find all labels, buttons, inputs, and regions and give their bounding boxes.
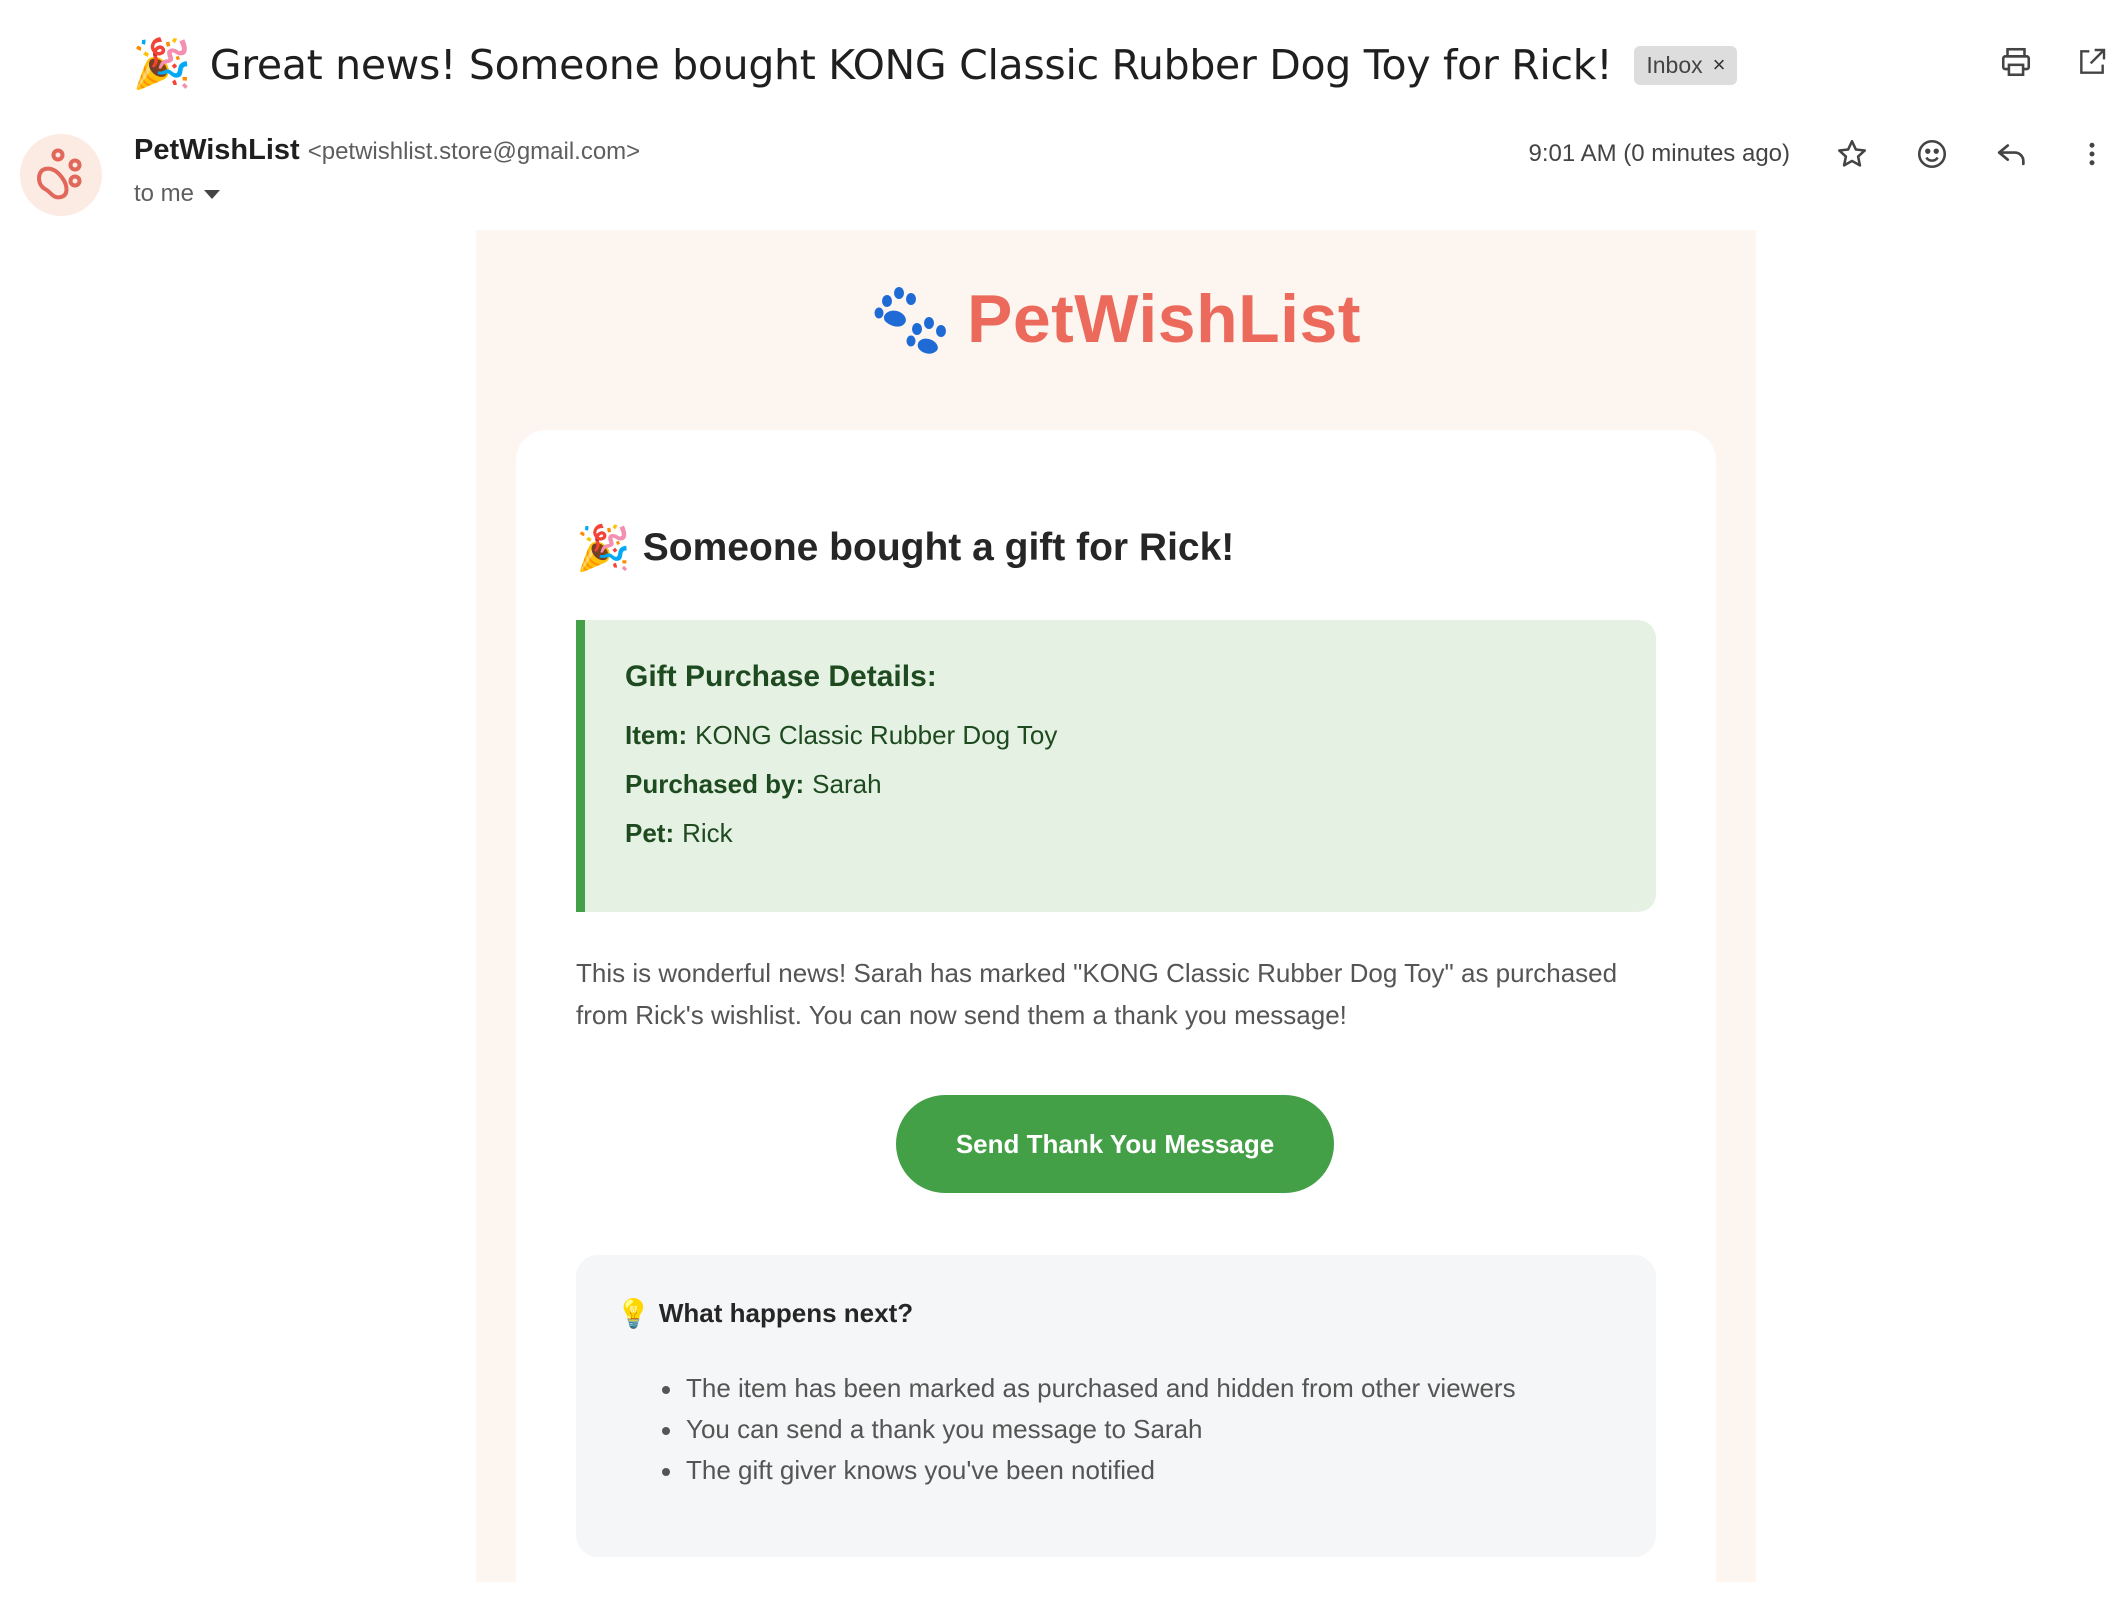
- detail-purchaser-value: Sarah: [812, 769, 882, 799]
- recipient-details-toggle[interactable]: to me: [134, 180, 221, 208]
- sender-name[interactable]: PetWishList: [134, 134, 300, 167]
- more-options-icon[interactable]: [2072, 134, 2112, 174]
- message-paragraph: This is wonderful news! Sarah has marked…: [576, 958, 1618, 1030]
- email-subject: 🎉 Great news! Someone bought KONG Classi…: [132, 30, 1738, 100]
- sender-avatar[interactable]: [20, 134, 102, 216]
- party-popper-emoji: 🎉: [576, 524, 631, 573]
- detail-purchaser-row: Purchased by: Sarah: [625, 769, 1656, 799]
- detail-item-label: Item:: [625, 720, 688, 750]
- recipient-text: to me: [134, 180, 195, 207]
- reply-icon[interactable]: [1992, 134, 2032, 174]
- sender-line: PetWishList <petwishlist.store@gmail.com…: [134, 134, 640, 167]
- detail-item-value: KONG Classic Rubber Dog Toy: [695, 720, 1058, 750]
- inbox-label-chip[interactable]: Inbox ×: [1634, 45, 1738, 85]
- brand-name: PetWishList: [966, 281, 1362, 357]
- send-thank-you-button[interactable]: Send Thank You Message: [896, 1095, 1334, 1193]
- remove-label-icon[interactable]: ×: [1713, 52, 1726, 78]
- list-item: The item has been marked as purchased an…: [662, 1373, 1516, 1414]
- inbox-label-text: Inbox: [1646, 51, 1703, 78]
- card-title: 🎉 Someone bought a gift for Rick!: [576, 522, 1234, 574]
- list-item: You can send a thank you message to Sara…: [662, 1414, 1516, 1455]
- detail-pet-label: Pet:: [625, 818, 675, 848]
- next-heading: 💡 What happens next?: [616, 1297, 913, 1330]
- print-icon[interactable]: [1996, 42, 2036, 82]
- brand-header: PetWishList: [476, 280, 1756, 358]
- message-time: 9:01 AM (0 minutes ago): [1528, 140, 1790, 167]
- lightbulb-emoji: 💡: [616, 1298, 651, 1329]
- details-heading: Gift Purchase Details:: [625, 660, 937, 693]
- emoji-icon[interactable]: [1912, 134, 1952, 174]
- paw-prints-icon: [874, 287, 946, 354]
- next-steps-list: The item has been marked as purchased an…: [662, 1373, 1516, 1496]
- list-item: The gift giver knows you've been notifie…: [662, 1455, 1516, 1496]
- purchase-details-box: Gift Purchase Details: Item: KONG Classic…: [576, 620, 1656, 912]
- detail-purchaser-label: Purchased by:: [625, 769, 805, 799]
- notification-card: 🎉 Someone bought a gift for Rick! Gift P…: [516, 430, 1716, 1610]
- message-actions: 9:01 AM (0 minutes ago): [1529, 134, 2112, 174]
- card-title-text: Someone bought a gift for Rick!: [642, 526, 1235, 569]
- detail-pet-value: Rick: [682, 818, 733, 848]
- party-popper-emoji: 🎉: [132, 38, 192, 91]
- chevron-down-icon: [204, 189, 221, 199]
- next-heading-text: What happens next?: [658, 1298, 914, 1328]
- star-icon[interactable]: [1832, 134, 1872, 174]
- email-body: PetWishList 🎉 Someone bought a gift for …: [476, 230, 1756, 1610]
- subject-toolbar: [1996, 42, 2112, 82]
- detail-item-row: Item: KONG Classic Rubber Dog Toy: [625, 720, 1656, 750]
- open-in-new-window-icon[interactable]: [2072, 42, 2112, 82]
- subject-text: Great news! Someone bought KONG Classic …: [209, 41, 1613, 89]
- sender-email: <petwishlist.store@gmail.com>: [307, 138, 641, 165]
- what-happens-next-box: 💡 What happens next? The item has been m…: [576, 1255, 1656, 1557]
- detail-pet-row: Pet: Rick: [625, 818, 1656, 848]
